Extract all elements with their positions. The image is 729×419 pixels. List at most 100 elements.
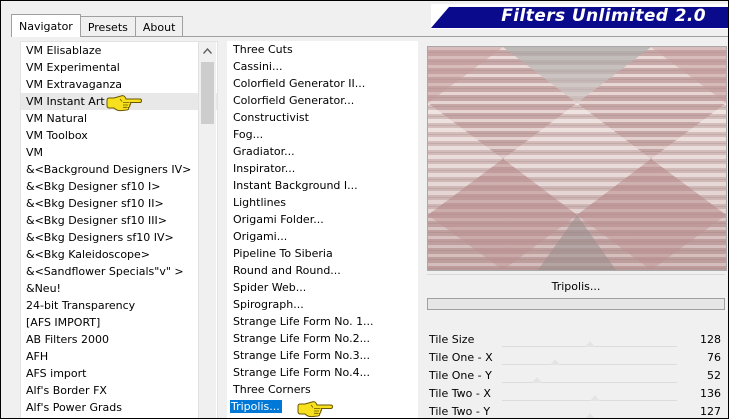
tab-about[interactable]: About <box>134 16 184 37</box>
category-label: Alf's Power Grads <box>26 401 122 414</box>
filter-item[interactable]: Colorfield Generator II... <box>227 75 418 92</box>
filter-item[interactable]: Three Cuts <box>227 41 418 58</box>
filter-label: Inspirator... <box>233 162 296 175</box>
filter-label: Three Corners <box>233 383 311 396</box>
filter-label: Strange Life Form No.3... <box>233 349 371 362</box>
category-label: AFS import <box>26 367 87 380</box>
filter-label: Constructivist <box>233 111 309 124</box>
param-slider-knob[interactable] <box>532 377 542 383</box>
filter-item[interactable]: Inspirator... <box>227 160 418 177</box>
param-slider-knob[interactable] <box>584 341 595 347</box>
filter-item[interactable]: Fog... <box>227 126 418 143</box>
param-value: 76 <box>707 351 721 364</box>
app-title: Filters Unlimited 2.0 <box>501 6 706 26</box>
app-title-banner: Filters Unlimited 2.0 <box>431 4 728 29</box>
filter-item[interactable]: Round and Round... <box>227 262 418 279</box>
filter-item[interactable]: Instant Background I... <box>227 177 418 194</box>
category-label: 24-bit Transparency <box>26 299 136 312</box>
tab-bar: Navigator Presets About <box>11 14 184 37</box>
filter-label: Cassini... <box>233 60 283 73</box>
pointing-hand-icon <box>297 401 333 418</box>
category-label: &<Bkg Designer sf10 I> <box>26 180 161 193</box>
filter-list[interactable]: Three Cuts Cassini... Colorfield Generator… <box>227 41 418 418</box>
filter-item[interactable]: Cassini... <box>227 58 418 75</box>
filter-label: Spider Web... <box>233 281 307 294</box>
category-item[interactable]: AFS import <box>21 365 217 382</box>
filter-label: Tripolis... <box>229 399 283 414</box>
filter-label: Pipeline To Siberia <box>233 247 333 260</box>
filter-item[interactable]: Constructivist <box>227 109 418 126</box>
filter-item[interactable]: Spirograph... <box>227 296 418 313</box>
category-label: &<Sandflower Specials"v" > <box>26 265 184 278</box>
param-row: Tile Two - Y 127 <box>427 403 725 418</box>
tab-label: About <box>142 20 176 34</box>
category-label: VM Natural <box>26 112 88 125</box>
category-item[interactable]: Alf's Border FX <box>21 382 217 399</box>
category-item[interactable]: VM Extravaganza <box>21 76 217 93</box>
category-label: AB Filters 2000 <box>26 333 110 346</box>
filter-preview-image <box>427 46 727 271</box>
filter-label: Three Cuts <box>233 43 293 56</box>
chevron-up-icon[interactable] <box>199 42 216 59</box>
tab-divider <box>11 36 728 37</box>
category-item[interactable]: AFH <box>21 348 217 365</box>
filter-label: Strange Life Form No. 1... <box>233 315 374 328</box>
scrollbar-thumb[interactable] <box>201 62 214 124</box>
category-label: &Neu! <box>26 282 61 295</box>
category-item[interactable]: &<Bkg Designers sf10 IV> <box>21 229 217 246</box>
category-label: AFH <box>26 350 49 363</box>
tab-navigator[interactable]: Navigator <box>11 14 81 37</box>
filter-item[interactable]: Strange Life Form No. 1... <box>227 313 418 330</box>
param-value: 52 <box>707 369 721 382</box>
param-slider-track[interactable] <box>502 364 677 365</box>
filter-item[interactable]: Origami... <box>227 228 418 245</box>
tab-presets[interactable]: Presets <box>79 16 136 37</box>
category-item[interactable]: VM Elisablaze <box>21 42 217 59</box>
filter-label: Strange Life Form No.4... <box>233 366 371 379</box>
param-slider-knob[interactable] <box>589 395 600 401</box>
filter-label: Instant Background I... <box>233 179 358 192</box>
category-item[interactable]: VM <box>21 144 217 161</box>
filter-item[interactable]: Colorfield Generator... <box>227 92 418 109</box>
category-item[interactable]: &<Background Designers IV> <box>21 161 217 178</box>
param-slider-knob[interactable] <box>549 359 560 365</box>
filter-item[interactable]: Three Corners <box>227 381 418 398</box>
param-value: 127 <box>700 405 721 418</box>
param-slider-knob[interactable] <box>584 413 595 418</box>
filter-label: Colorfield Generator II... <box>233 77 366 90</box>
filter-label: Round and Round... <box>233 264 341 277</box>
category-item[interactable]: &<Sandflower Specials"v" > <box>21 263 217 280</box>
category-label: [AFS IMPORT] <box>26 316 101 329</box>
filter-label: Origami Folder... <box>233 213 324 226</box>
category-item[interactable]: Alf's Power Grads <box>21 399 217 416</box>
filter-item[interactable]: Gradiator... <box>227 143 418 160</box>
category-item[interactable]: VM Toolbox <box>21 127 217 144</box>
param-label: Tile One - X <box>429 351 493 364</box>
filter-item[interactable]: Strange Life Form No.2... <box>227 330 418 347</box>
category-label: VM Toolbox <box>26 129 88 142</box>
selected-filter-name: Tripolis... <box>427 274 725 297</box>
filter-item[interactable]: Spider Web... <box>227 279 418 296</box>
filter-item[interactable]: Strange Life Form No.4... <box>227 364 418 381</box>
category-item[interactable]: [AFS IMPORT] <box>21 314 217 331</box>
filter-item[interactable]: Pipeline To Siberia <box>227 245 418 262</box>
category-item[interactable]: &<Bkg Designer sf10 I> <box>21 178 217 195</box>
category-item[interactable]: &<Bkg Kaleidoscope> <box>21 246 217 263</box>
filter-item[interactable]: Strange Life Form No.3... <box>227 347 418 364</box>
category-item[interactable]: &<Bkg Designer sf10 III> <box>21 212 217 229</box>
category-item[interactable]: VM Experimental <box>21 59 217 76</box>
category-item[interactable]: 24-bit Transparency <box>21 297 217 314</box>
category-item[interactable]: &<Bkg Designer sf10 II> <box>21 195 217 212</box>
category-scrollbar[interactable] <box>198 42 216 418</box>
param-slider-track[interactable] <box>502 382 677 383</box>
selected-filter-label: Tripolis... <box>551 279 601 293</box>
category-item[interactable]: AB Filters 2000 <box>21 331 217 348</box>
filter-item[interactable]: Origami Folder... <box>227 211 418 228</box>
param-row: Tile One - Y 52 <box>427 367 725 385</box>
category-label: &<Bkg Designer sf10 II> <box>26 197 164 210</box>
param-row: Tile One - X 76 <box>427 349 725 367</box>
param-label: Tile Size <box>429 333 475 346</box>
tab-label: Navigator <box>19 19 73 33</box>
filter-item[interactable]: Lightlines <box>227 194 418 211</box>
category-item[interactable]: &Neu! <box>21 280 217 297</box>
